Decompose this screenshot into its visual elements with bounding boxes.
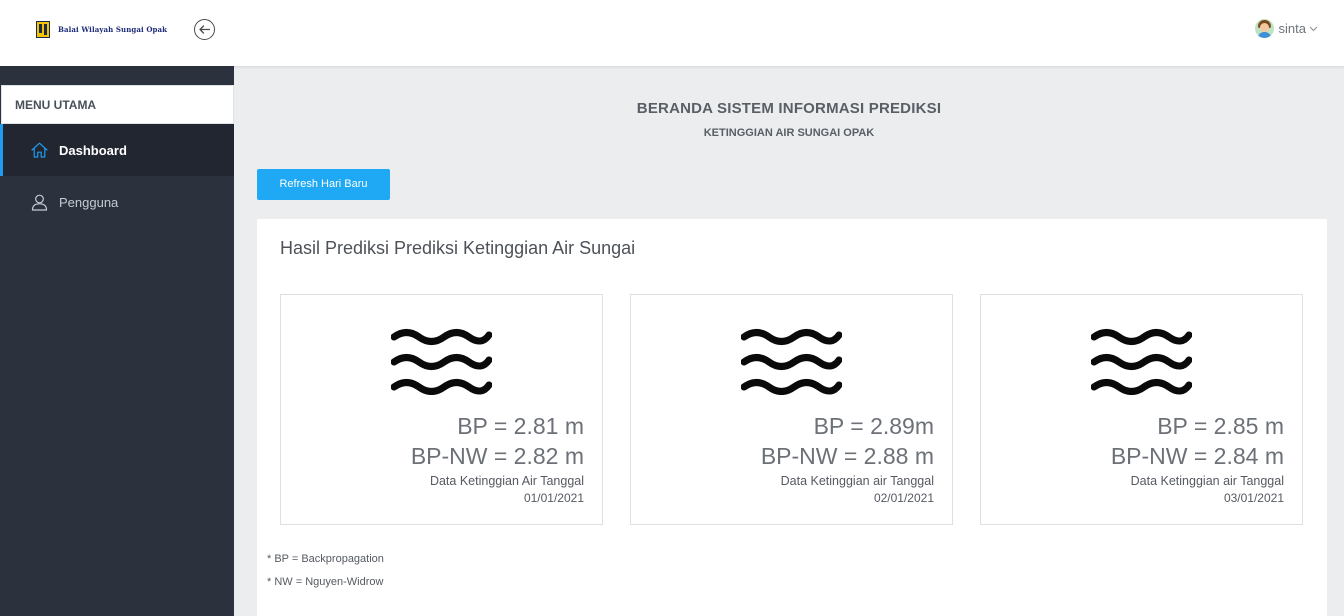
panel-title: Hasil Prediksi Prediksi Ketinggian Air S… — [280, 238, 636, 258]
refresh-button[interactable]: Refresh Hari Baru — [257, 169, 390, 200]
prediction-card: BP = 2.85 m BP-NW = 2.84 m Data Ketinggi… — [980, 294, 1303, 525]
page-subtitle: KETINGGIAN AIR SUNGAI OPAK — [703, 127, 875, 139]
card-date: 01/01/2021 — [523, 491, 584, 505]
avatar — [1254, 19, 1274, 38]
card-date: 02/01/2021 — [873, 491, 934, 505]
page-title: BERANDA SISTEM INFORMASI PREDIKSI — [636, 100, 942, 117]
user-icon — [31, 194, 48, 211]
prediction-card: BP = 2.81 m BP-NW = 2.82 m Data Ketinggi… — [280, 294, 603, 525]
water-icon — [391, 329, 492, 395]
card-caption: Data Ketinggian air Tanggal — [780, 474, 934, 488]
sidebar-item-pengguna[interactable]: Pengguna — [0, 176, 234, 228]
card-caption: Data Ketinggian Air Tanggal — [429, 474, 584, 488]
logo-icon — [36, 21, 50, 38]
sidebar-item-dashboard[interactable]: Dashboard — [0, 124, 234, 176]
user-menu[interactable]: sinta — [1254, 19, 1318, 38]
bp-nw-value: BP-NW = 2.82 m — [410, 443, 584, 469]
brand[interactable]: Balai Wilayah Sungai Opak — [36, 21, 167, 38]
bp-value: BP = 2.89m — [813, 413, 934, 439]
sidebar: MENU UTAMA Dashboard Pengguna — [0, 66, 234, 616]
prediction-card: BP = 2.89m BP-NW = 2.88 m Data Ketinggia… — [630, 294, 953, 525]
sidebar-toggle-button[interactable] — [194, 19, 215, 40]
user-name: sinta — [1278, 21, 1306, 36]
bp-nw-value: BP-NW = 2.84 m — [1110, 443, 1284, 469]
top-bar: Balai Wilayah Sungai Opak sinta — [0, 0, 1344, 66]
card-caption: Data Ketinggian air Tanggal — [1130, 474, 1284, 488]
bp-nw-value: BP-NW = 2.88 m — [760, 443, 934, 469]
bp-value: BP = 2.81 m — [457, 413, 584, 439]
card-date: 03/01/2021 — [1223, 491, 1284, 505]
sidebar-item-label: Dashboard — [59, 142, 127, 158]
bp-value: BP = 2.85 m — [1157, 413, 1284, 439]
water-icon — [741, 329, 842, 395]
prediction-panel: Hasil Prediksi Prediksi Ketinggian Air S… — [257, 219, 1327, 616]
footnote-nw: * NW = Nguyen-Widrow — [267, 576, 384, 588]
footnote-bp: * BP = Backpropagation — [267, 553, 384, 565]
sidebar-item-label: Pengguna — [59, 194, 119, 210]
water-icon — [1091, 329, 1192, 395]
brand-text: Balai Wilayah Sungai Opak — [58, 25, 168, 34]
chevron-down-icon — [1309, 26, 1318, 31]
menu-title: MENU UTAMA — [1, 85, 234, 124]
home-icon — [31, 142, 48, 158]
arrow-left-icon — [199, 25, 210, 34]
